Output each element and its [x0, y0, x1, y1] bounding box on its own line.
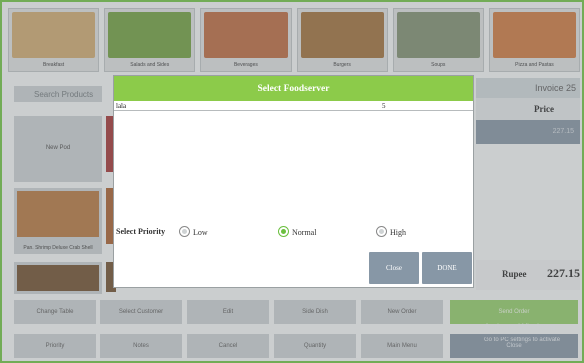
radio-dot [379, 229, 384, 234]
radio-dot [182, 229, 187, 234]
priority-high-label[interactable]: High [390, 228, 406, 237]
priority-low-label[interactable]: Low [193, 228, 208, 237]
select-foodserver-dialog: Select Foodserver lala 5 Select Priority… [113, 75, 474, 288]
foodserver-name: lala [116, 102, 127, 110]
priority-normal-label[interactable]: Normal [292, 228, 316, 237]
close-button[interactable]: Close [369, 252, 419, 284]
foodserver-number: 5 [382, 102, 386, 110]
priority-label: Select Priority [116, 227, 166, 236]
radio-dot [281, 229, 286, 234]
priority-low-radio[interactable] [179, 226, 190, 237]
done-button[interactable]: DONE [422, 252, 472, 284]
priority-high-radio[interactable] [376, 226, 387, 237]
priority-normal-radio[interactable] [278, 226, 289, 237]
dialog-title: Select Foodserver [114, 76, 473, 101]
foodserver-row[interactable]: lala 5 [114, 101, 473, 111]
